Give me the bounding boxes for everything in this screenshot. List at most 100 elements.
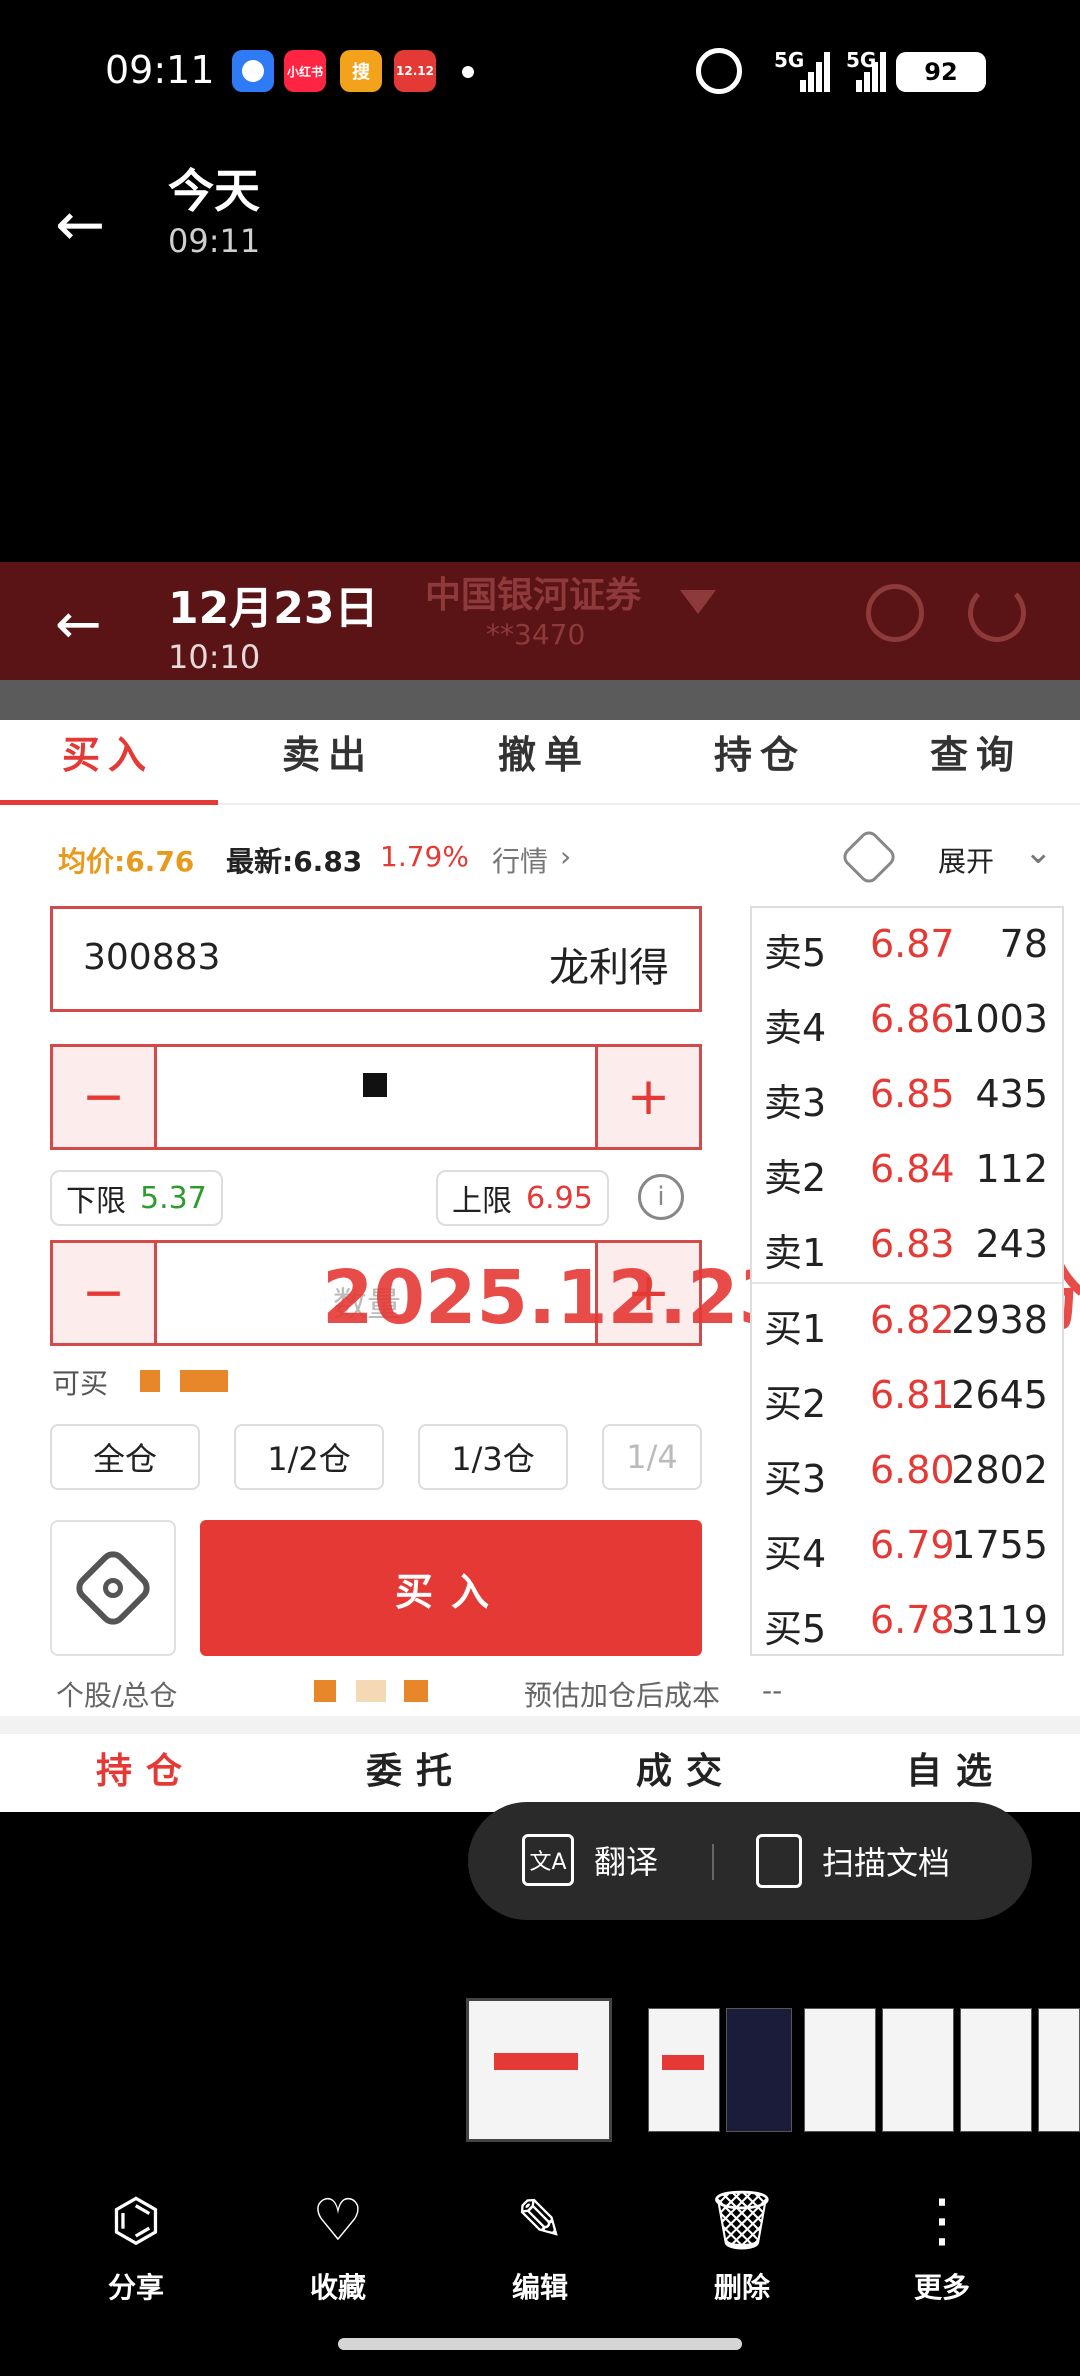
overlay-date: 12月23日	[168, 583, 379, 634]
edit-button[interactable]: ✎ 编辑	[480, 2180, 600, 2306]
share-label: 分享	[107, 2271, 164, 2304]
app-back-arrow-icon: ←	[55, 592, 102, 657]
tab-buy: 买入	[62, 733, 155, 777]
translate-label: 翻译	[594, 1843, 659, 1881]
overlay-time: 10:10	[168, 638, 261, 676]
available-label: 可买	[52, 1367, 109, 1400]
full-position-button: 全仓	[50, 1424, 200, 1490]
notification-dot-icon	[462, 66, 474, 78]
thumbnail-current[interactable]	[466, 1998, 612, 2142]
change-percent: 1.79%	[380, 840, 469, 873]
delete-label: 删除	[713, 2271, 770, 2304]
chevron-right-icon: ›	[560, 840, 572, 873]
thumbnail[interactable]	[648, 2008, 720, 2132]
dropdown-triangle-icon	[680, 590, 716, 614]
order-book-row: 卖4 6.86 1003	[764, 997, 1048, 1050]
price-value-redacted	[363, 1073, 387, 1097]
order-book-row: 买5 6.78 3119	[764, 1598, 1048, 1651]
est-cost-value: --	[762, 1674, 783, 1707]
divider-band	[0, 680, 1080, 720]
hex-settings-icon	[70, 1545, 156, 1631]
tab-trades: 成交	[636, 1751, 737, 1792]
upper-limit-value: 6.95	[526, 1180, 593, 1216]
more-label: 更多	[913, 2271, 970, 2304]
quantity-minus-button: −	[53, 1243, 157, 1343]
xiaohongshu-app-icon: 小红书	[284, 50, 326, 92]
scan-document-icon	[756, 1834, 802, 1888]
sousuo-app-icon: 搜	[340, 50, 382, 92]
market-link: 行情	[492, 845, 549, 878]
chevron-down-icon: ⌄	[1024, 832, 1053, 872]
stock-name: 龙利得	[549, 945, 669, 991]
order-book-row: 买4 6.79 1755	[764, 1523, 1048, 1576]
section-divider	[0, 1716, 1080, 1734]
expand-label: 展开	[938, 845, 995, 878]
translate-icon: 文A	[522, 1834, 574, 1886]
viewer-subtitle: 09:11	[168, 222, 261, 260]
share-button[interactable]: ⌬ 分享	[76, 2180, 196, 2306]
scan-document-label: 扫描文档	[822, 1844, 951, 1882]
battery-indicator: 92	[896, 52, 986, 92]
price-plus-button: +	[595, 1047, 699, 1147]
avg-price: 均价:6.76	[58, 845, 195, 878]
price-minus-button: −	[53, 1047, 157, 1147]
more-vertical-icon: ⋮	[913, 2186, 971, 2254]
refresh-icon	[968, 584, 1026, 642]
thumbnail[interactable]	[960, 2008, 1032, 2132]
heart-icon: ♡	[312, 2186, 364, 2254]
price-stepper: − +	[50, 1044, 702, 1150]
search-icon	[866, 584, 924, 642]
third-position-button: 1/3仓	[418, 1424, 568, 1490]
stock-code-field: 300883 龙利得	[50, 906, 702, 1012]
pencil-icon: ✎	[515, 2186, 565, 2254]
more-button[interactable]: ⋮ 更多	[882, 2180, 1002, 2306]
tab-orders: 委托	[366, 1751, 467, 1792]
thumbnail[interactable]	[804, 2008, 876, 2132]
order-book-row: 卖3 6.85 435	[764, 1072, 1048, 1125]
redaction-mark	[180, 1370, 228, 1392]
order-book-row: 卖5 6.87 78	[764, 922, 1048, 975]
stock-code: 300883	[83, 937, 221, 978]
broker-name: 中国银河证券	[425, 575, 642, 616]
order-book-row: 卖1 6.83 243	[764, 1222, 1048, 1275]
redaction-mark	[314, 1680, 336, 1702]
trade-tabs: 买入 卖出 撤单 持仓 查询	[0, 720, 1080, 805]
translate-button[interactable]: 文A 翻译	[522, 1834, 658, 1886]
active-tab-underline	[0, 800, 218, 805]
stock-position-label: 个股/总仓	[56, 1679, 178, 1712]
thumbnail[interactable]	[1038, 2008, 1080, 2132]
promo-app-icon: 12.12	[394, 50, 436, 92]
account-number: **3470	[486, 618, 586, 651]
order-book-row: 买2 6.81 2645	[764, 1373, 1048, 1426]
upper-limit: 上限 6.95	[436, 1170, 609, 1226]
trash-icon: 🗑	[705, 2186, 779, 2254]
quarter-position-button: 1/4	[602, 1424, 702, 1490]
settings-hex-icon	[839, 827, 899, 887]
redaction-mark	[140, 1370, 160, 1392]
half-position-button: 1/2仓	[234, 1424, 384, 1490]
status-time: 09:11	[105, 48, 215, 92]
browser-app-icon	[232, 50, 274, 92]
app-header: ← 12月23日 10:10 中国银河证券 **3470	[0, 562, 1080, 680]
screenshot-image[interactable]: ← 12月23日 10:10 中国银河证券 **3470 买入 卖出 撤单 持仓…	[0, 562, 1080, 1812]
bottom-action-bar: ⌬ 分享 ♡ 收藏 ✎ 编辑 🗑 删除 ⋮ 更多	[0, 2180, 1080, 2304]
thumbnail[interactable]	[882, 2008, 954, 2132]
redaction-mark	[404, 1680, 428, 1702]
thumbnail[interactable]	[726, 2008, 792, 2132]
latest-price: 最新:6.83	[226, 845, 363, 878]
lower-limit-value: 5.37	[140, 1180, 207, 1216]
lower-limit: 下限 5.37	[50, 1170, 223, 1226]
upper-limit-label: 上限	[452, 1184, 512, 1219]
smart-actions-pill: 文A 翻译 扫描文档	[468, 1802, 1032, 1920]
scan-document-button[interactable]: 扫描文档	[756, 1834, 950, 1888]
lower-limit-label: 下限	[66, 1184, 126, 1219]
settings-button	[50, 1520, 176, 1656]
pill-separator	[712, 1844, 714, 1880]
delete-button[interactable]: 🗑 删除	[682, 2180, 802, 2306]
favorite-button[interactable]: ♡ 收藏	[278, 2180, 398, 2306]
home-indicator[interactable]	[338, 2338, 742, 2350]
signal-bars-icon-1	[800, 52, 830, 92]
tab-query: 查询	[930, 733, 1023, 777]
viewer-title: 今天	[168, 164, 260, 218]
back-arrow-icon[interactable]: ←	[55, 190, 105, 260]
